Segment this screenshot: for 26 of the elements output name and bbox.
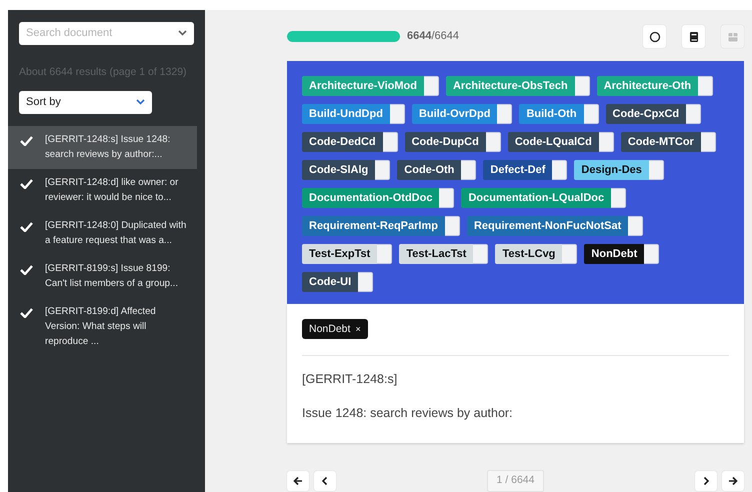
- remove-icon[interactable]: ×: [355, 322, 361, 336]
- previous-icon: [320, 476, 330, 486]
- first-icon: [293, 476, 303, 486]
- toolbar-button[interactable]: [643, 25, 666, 48]
- box-icon: [726, 30, 738, 43]
- book-icon: [688, 30, 700, 43]
- next-button[interactable]: [695, 471, 718, 492]
- first-button[interactable]: [287, 471, 309, 492]
- last-icon: [728, 476, 738, 486]
- next-icon: [701, 476, 712, 486]
- circle-icon: [648, 30, 660, 43]
- result-item[interactable]: [GERRIT-8199:s] Issue 8199: Can't list members of a group...: [8, 254, 197, 298]
- previous-button[interactable]: [314, 471, 336, 492]
- toolbar-button[interactable]: [682, 25, 705, 48]
- page-indicator: 1 / 6644: [486, 470, 544, 492]
- sort-dropdown[interactable]: Sort by: [19, 90, 152, 114]
- last-button[interactable]: [722, 471, 744, 492]
- search-dropdown[interactable]: Search document: [19, 22, 194, 45]
- progress-counter: 6644/6644: [407, 29, 460, 44]
- document-text: Issue 1248: search reviews by author:: [302, 405, 514, 422]
- document-id: [GERRIT-1248:s]: [302, 371, 398, 388]
- result-item[interactable]: [GERRIT-1248:s] Issue 1248: search reviews by author:...: [8, 126, 197, 169]
- selected-label-chip[interactable]: NonDebt ×: [302, 319, 368, 340]
- result-item[interactable]: [GERRIT-1248:0] Duplicated with a feature request that was a...: [8, 212, 197, 255]
- result-item[interactable]: [GERRIT-1248:d] like owner: or reviewer: it would be nice to...: [8, 168, 197, 212]
- result-item[interactable]: [GERRIT-8199:d] Affected Version: What steps will reproduce ...: [8, 298, 197, 356]
